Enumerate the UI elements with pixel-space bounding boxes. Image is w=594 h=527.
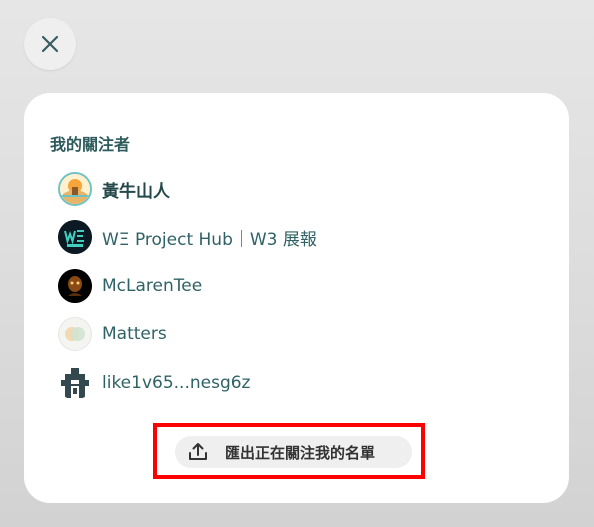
- close-button[interactable]: [24, 18, 76, 70]
- illustrated-landscape-avatar-icon: [58, 172, 92, 206]
- follower-name: like1v65...nesg6z: [102, 373, 251, 393]
- upload-icon: [187, 441, 209, 463]
- follower-item[interactable]: WΞ Project Hub｜W3 展報: [58, 219, 317, 255]
- follower-name: 黃牛山人: [102, 181, 170, 202]
- follower-item[interactable]: Matters: [58, 316, 167, 352]
- dialog-title: 我的關注者: [50, 135, 131, 154]
- export-followers-button[interactable]: 匯出正在關注我的名單: [175, 436, 412, 468]
- matters-logo-icon: [58, 317, 92, 351]
- close-icon: [41, 35, 59, 53]
- export-button-label: 匯出正在關注我的名單: [225, 443, 376, 462]
- followers-dialog: 我的關注者 黃牛山人 WΞ Project Hub｜W3 展報 McLarenT…: [24, 93, 569, 503]
- pixel-identicon-avatar-icon: [58, 366, 92, 400]
- follower-name: WΞ Project Hub｜W3 展報: [102, 229, 317, 250]
- we-project-hub-logo-icon: [58, 220, 92, 254]
- follower-item[interactable]: 黃牛山人: [58, 171, 170, 207]
- dark-portrait-avatar-icon: [58, 269, 92, 303]
- follower-item[interactable]: like1v65...nesg6z: [58, 365, 250, 401]
- follower-item[interactable]: McLarenTee: [58, 268, 202, 304]
- follower-name: Matters: [102, 324, 167, 344]
- follower-name: McLarenTee: [102, 276, 203, 296]
